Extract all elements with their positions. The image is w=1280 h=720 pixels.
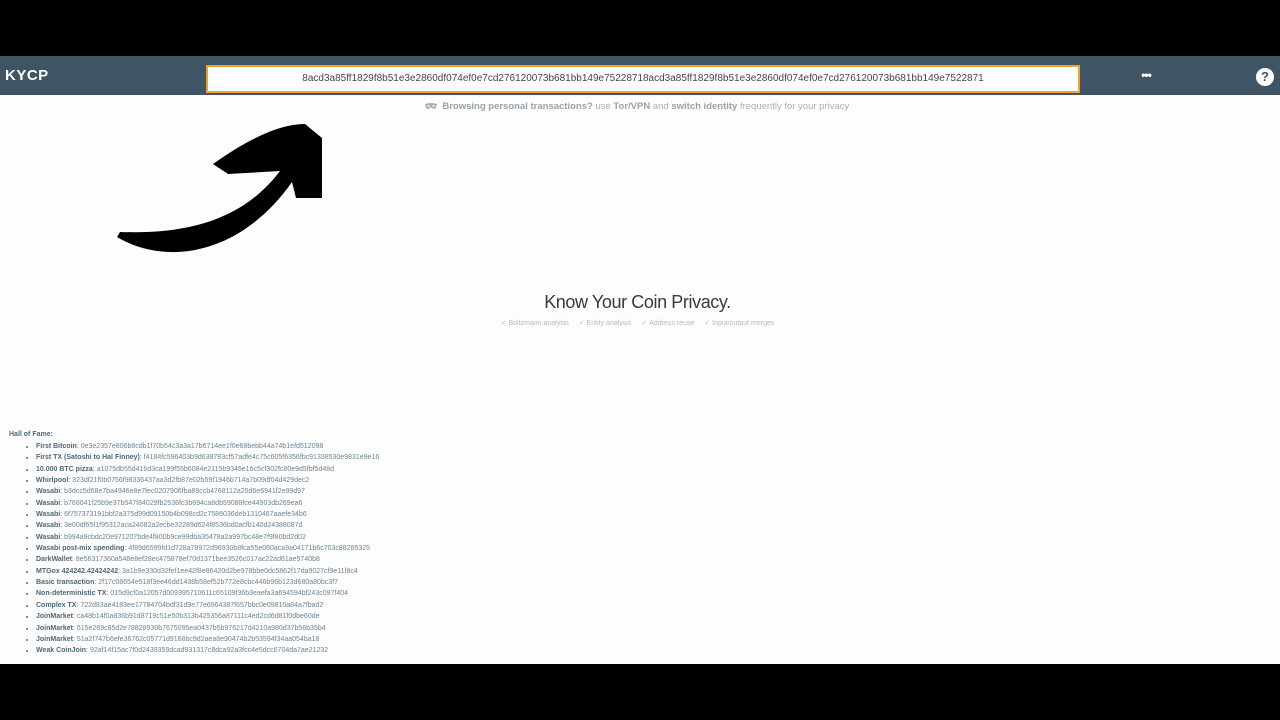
- hall-of-fame-item[interactable]: DarkWallet: 8e56317360a548e8ef28ec475878…: [36, 554, 379, 565]
- item-label: Wasabi: [36, 533, 61, 541]
- hero-title: Know Your Coin Privacy.: [544, 292, 731, 312]
- item-label: Wasabi: [36, 511, 61, 519]
- hall-of-fame-list: First Bitcoin: 0e3e2357e806b6cdb1f70b54c…: [9, 441, 379, 657]
- hall-of-fame-item[interactable]: 10.000 BTC pizza: a1075db55d416d3ca199f5…: [36, 464, 379, 475]
- privacy-text: frequently for your privacy: [739, 101, 850, 112]
- check-icon: ✓: [641, 320, 648, 327]
- txid-link[interactable]: 615e269c85d2e78828930b7675095ea0437b5b97…: [77, 625, 326, 632]
- feature-address-reuse: ✓ Address reuse: [641, 320, 694, 327]
- hall-of-fame-item[interactable]: Whirlpool: 323df21f0b0756f98336437aa3d2f…: [36, 475, 379, 486]
- more-menu-icon[interactable]: •••: [1136, 64, 1156, 86]
- txid-link[interactable]: a1075db55d416d3ca199f55b6084e2115b9345e1…: [97, 466, 334, 473]
- hall-of-fame-item[interactable]: Wasabi: 6f757373191bbf2a375d99d09150b4b0…: [36, 509, 379, 520]
- txid-link[interactable]: 3e00df65f1f95312aca24082a2ecbe32289d624f…: [64, 522, 302, 529]
- txid-link[interactable]: 0e3e2357e806b6cdb1f70b54c3a3a17b6714ee1f…: [81, 443, 324, 450]
- feature-label: Entity analysis: [586, 320, 632, 327]
- hall-of-fame-item[interactable]: Complex TX: 722d83ae4183ee17784704bdf31d…: [36, 600, 379, 611]
- check-icon: ✓: [500, 320, 507, 327]
- item-label: Wasabi post-mix spending: [36, 545, 125, 553]
- item-label: 10.000 BTC pizza: [36, 465, 93, 473]
- mask-icon: [424, 102, 437, 109]
- feature-boltzmann: ✓ Boltzmann analysis: [501, 320, 569, 327]
- hall-of-fame-item[interactable]: First Bitcoin: 0e3e2357e806b6cdb1f70b54c…: [36, 441, 379, 452]
- privacy-notice: Browsing personal transactions? use Tor/…: [0, 101, 1274, 112]
- txid-link[interactable]: 6f757373191bbf2a375d99d09150b4b098cd2c75…: [64, 511, 307, 518]
- txid-link[interactable]: ca48b14f0a836b91d8719c51e50b313b425356a8…: [77, 613, 320, 620]
- feature-label: Address reuse: [649, 320, 695, 327]
- help-icon[interactable]: ?: [1256, 68, 1274, 86]
- hall-of-fame-item[interactable]: JoinMarket: 51a2f747b6efe36762c05771d916…: [36, 634, 379, 645]
- hall-of-fame-item[interactable]: JoinMarket: 615e269c85d2e78828930b767509…: [36, 623, 379, 634]
- item-label: Whirlpool: [36, 477, 69, 485]
- feature-io-merges: ✓ Input/output merges: [704, 320, 774, 327]
- item-label: Basic transaction: [36, 579, 95, 587]
- txid-link[interactable]: b994a9cbdc20e971207bde4f800b9ce99dba3547…: [64, 534, 306, 541]
- item-label: First Bitcoin: [36, 443, 77, 450]
- privacy-question: Browsing personal transactions?: [442, 101, 593, 112]
- txid-link[interactable]: 4f89d6599fd1d728a78972d96930b8fca55e060a…: [128, 545, 370, 552]
- hall-of-fame-item[interactable]: MTGox 424242.42424242: 3a1b9e330d32fef1e…: [36, 566, 379, 577]
- check-icon: ✓: [578, 320, 585, 327]
- txid-link[interactable]: b3dcc5d68e7ba4946e8e7fec0207906fba89ccb4…: [64, 488, 305, 495]
- brand-logo[interactable]: KYCP: [5, 56, 49, 95]
- hall-of-fame-item[interactable]: Wasabi: b3dcc5d68e7ba4946e8e7fec0207906f…: [36, 486, 379, 497]
- hall-of-fame-item[interactable]: Wasabi: 3e00df65f1f95312aca24082a2ecbe32…: [36, 520, 379, 531]
- hall-of-fame-item[interactable]: First TX (Satoshi to Hal Finney): f4184f…: [36, 452, 379, 463]
- txid-link[interactable]: 015d9cf0a12057d009395710611c65109f36b3ea…: [110, 590, 348, 597]
- txid-link[interactable]: 51a2f747b6efe36762c05771d9168bc9d2aea8e9…: [77, 636, 320, 643]
- txid-link[interactable]: 8e56317360a548e8ef28ec475878ef70d1371bee…: [76, 556, 320, 563]
- txid-link[interactable]: 323df21f0b0756f98336437aa3d2fb87e02b59f1…: [72, 477, 309, 484]
- item-label: First TX (Satoshi to Hal Finney): [36, 454, 140, 462]
- feature-list: ✓ Boltzmann analysis ✓ Entity analysis ✓ Ad…: [0, 319, 1275, 327]
- item-label: DarkWallet: [36, 556, 72, 564]
- item-label: Non-deterministic TX: [36, 590, 107, 598]
- curved-arrow-annotation-icon: [117, 124, 322, 253]
- hall-of-fame-title: Hall of Fame:: [9, 431, 53, 438]
- txid-link[interactable]: b768041f25b9e37b547f84029fb2536fc3b694ca…: [64, 500, 302, 507]
- item-label: Wasabi: [36, 522, 61, 530]
- privacy-text: and: [652, 101, 669, 112]
- txid-link[interactable]: 2f17c08654e518f3ee46dd1438b58ef52b772e8c…: [98, 579, 338, 586]
- txid-link[interactable]: 722d83ae4183ee17784704bdf31d9e77e6964387…: [80, 602, 323, 609]
- hall-of-fame: Hall of Fame: First Bitcoin: 0e3e2357e80…: [9, 431, 379, 657]
- txid-link[interactable]: f4184fc596403b9d638783cf57adfe4c75c605f6…: [144, 454, 380, 461]
- privacy-text: use: [595, 101, 611, 112]
- item-label: JoinMarket: [36, 624, 73, 632]
- hall-of-fame-item[interactable]: Basic transaction: 2f17c08654e518f3ee46d…: [36, 577, 379, 588]
- txid-link[interactable]: 3a1b9e330d32fef1ee42f8e86420d2be978bbe0d…: [122, 568, 358, 575]
- item-label: Weak CoinJoin: [36, 647, 87, 655]
- hall-of-fame-item[interactable]: Non-deterministic TX: 015d9cf0a12057d009…: [36, 588, 379, 599]
- item-label: MTGox 424242.42424242: [36, 567, 119, 575]
- item-label: JoinMarket: [36, 635, 73, 643]
- item-label: JoinMarket: [36, 613, 73, 621]
- app-window: KYCP 8acd3a85ff1829f8b51e3e2860df074ef0e…: [0, 56, 1280, 664]
- check-icon: ✓: [704, 320, 711, 327]
- hall-of-fame-item[interactable]: JoinMarket: ca48b14f0a836b91d8719c51e50b…: [36, 611, 379, 622]
- tor-vpn-link[interactable]: Tor/VPN: [613, 101, 650, 112]
- navbar: KYCP 8acd3a85ff1829f8b51e3e2860df074ef0e…: [0, 56, 1280, 95]
- hall-of-fame-item[interactable]: Weak CoinJoin: 92af14f15ac7f0d2439359dca…: [36, 645, 379, 656]
- item-label: Wasabi: [36, 488, 61, 496]
- feature-label: Input/output merges: [712, 320, 775, 327]
- item-label: Complex TX: [36, 601, 77, 609]
- search-input[interactable]: 8acd3a85ff1829f8b51e3e2860df074ef0e7cd27…: [206, 65, 1080, 93]
- hall-of-fame-item[interactable]: Wasabi post-mix spending: 4f89d6599fd1d7…: [36, 543, 379, 554]
- feature-entity: ✓ Entity analysis: [579, 320, 632, 327]
- item-label: Wasabi: [36, 499, 61, 507]
- switch-identity-link[interactable]: switch identity: [671, 101, 737, 112]
- feature-label: Boltzmann analysis: [508, 320, 569, 327]
- txid-link[interactable]: 92af14f15ac7f0d2439359dcad931317c8dca92a…: [90, 647, 328, 654]
- hall-of-fame-item[interactable]: Wasabi: b994a9cbdc20e971207bde4f800b9ce9…: [36, 532, 379, 543]
- hall-of-fame-item[interactable]: Wasabi: b768041f25b9e37b547f84029fb2536f…: [36, 498, 379, 509]
